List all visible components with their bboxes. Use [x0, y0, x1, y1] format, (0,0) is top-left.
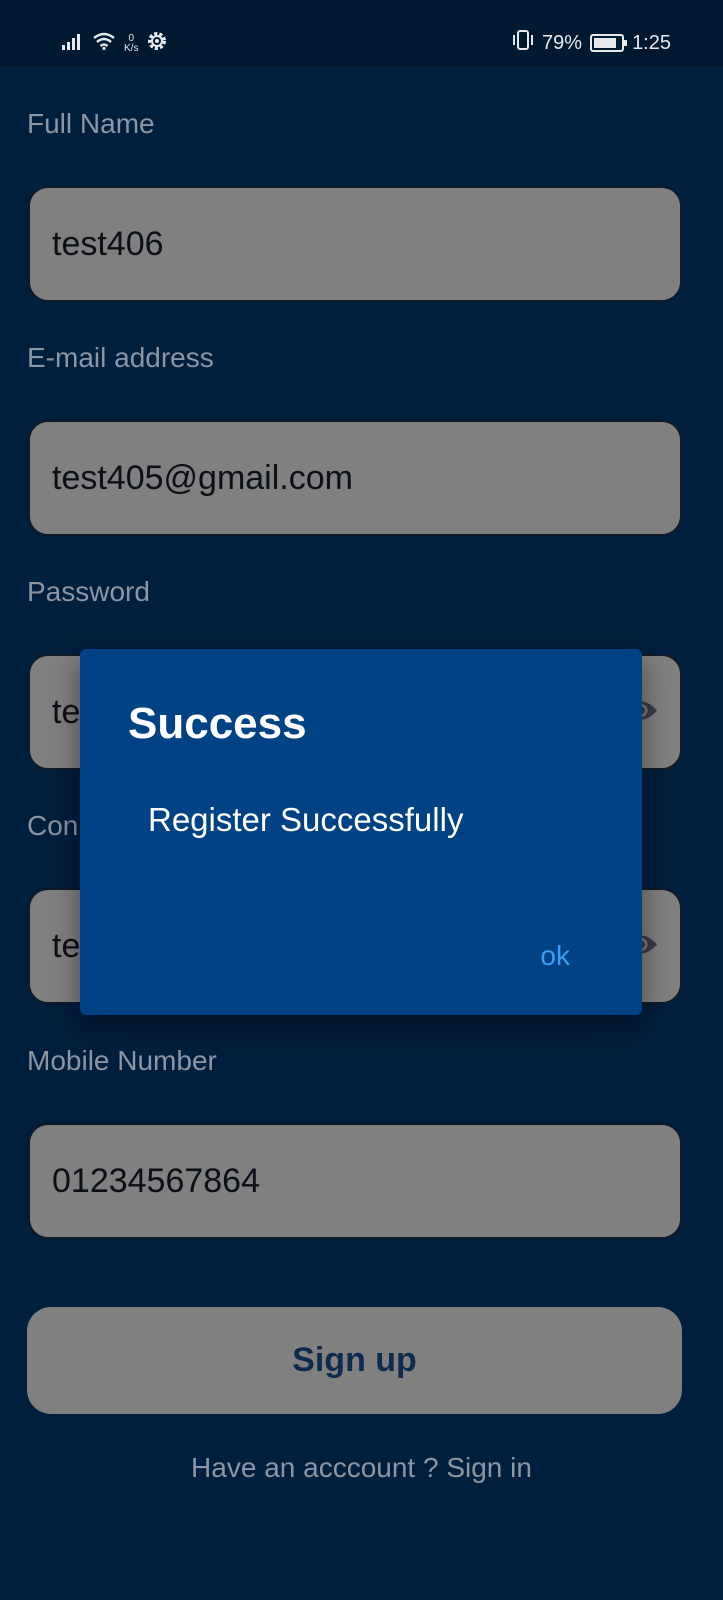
success-dialog: Success Register Successfully ok: [80, 649, 642, 1015]
dialog-title: Success: [128, 699, 307, 748]
register-screen: 0 K/s 79% 1:25 Full Name test406 E-mail …: [0, 0, 723, 1600]
ok-button[interactable]: ok: [532, 936, 578, 976]
dialog-message: Register Successfully: [148, 801, 464, 838]
